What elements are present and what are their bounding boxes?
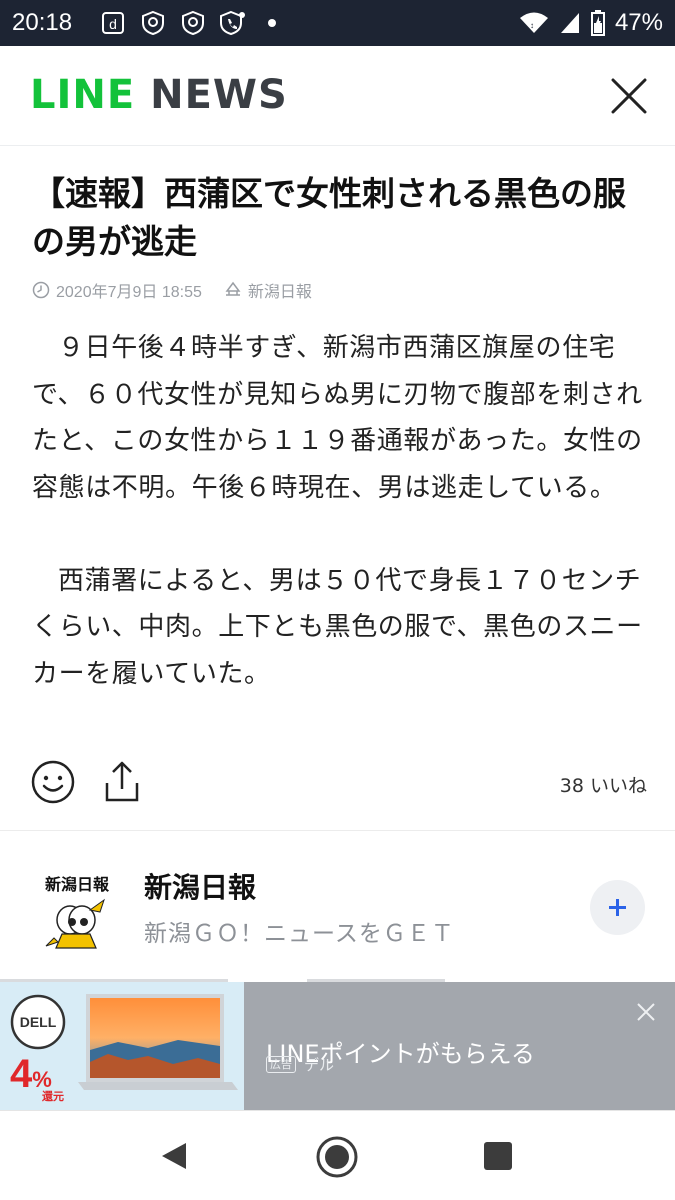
system-icons: ↕ 47% <box>519 8 663 38</box>
home-icon[interactable] <box>315 1135 359 1179</box>
clock-icon <box>32 281 50 299</box>
system-nav-bar <box>0 1110 675 1200</box>
ad-badge: 広告 <box>266 1056 296 1073</box>
shield-icon <box>182 10 204 36</box>
article-title: 【速報】西蒲区で女性刺される黒色の服の男が逃走 <box>32 174 626 261</box>
publisher-icon <box>225 281 241 296</box>
ad-advertiser: デル <box>304 1056 335 1074</box>
svg-text:d: d <box>109 16 117 32</box>
logo-news: NEWS <box>150 72 288 118</box>
status-time: 20:18 <box>12 9 73 36</box>
ad-image[interactable]: DELL 4% 還元 <box>0 982 244 1110</box>
dot-icon <box>268 19 276 27</box>
logo-line: LINE <box>30 72 136 118</box>
recent-apps-icon[interactable] <box>484 1142 512 1170</box>
shield-icon <box>142 10 164 36</box>
status-bar: 20:18 d ↕ 47% <box>0 0 675 46</box>
notification-icons: d <box>100 8 276 38</box>
laptop-image <box>78 994 238 1090</box>
section-divider <box>0 830 675 831</box>
publisher-logo[interactable]: 新潟日報 <box>34 872 120 952</box>
article-meta: 2020年7月9日 18:55 新潟日報 <box>32 278 312 302</box>
share-icon[interactable] <box>102 759 142 805</box>
dell-logo: DELL <box>10 994 66 1050</box>
battery-icon <box>590 10 605 36</box>
article-paragraph: ９日午後４時半すぎ、新潟市西蒲区旗屋の住宅で、６０代女性が見知らぬ男に刃物で腹部… <box>32 333 643 503</box>
like-count[interactable]: 38 いいね <box>560 771 647 798</box>
phone-shield-icon <box>220 10 245 36</box>
publisher-logo-text: 新潟日報 <box>45 875 110 894</box>
close-icon[interactable] <box>607 74 651 118</box>
dell-logo-text: DELL <box>20 1014 57 1030</box>
article-source[interactable]: 新潟日報 <box>248 278 312 302</box>
article-actions: 38 いいね <box>0 755 675 815</box>
ad-kangen: 還元 <box>42 1090 64 1103</box>
publisher-description: 新潟ＧＯ！ニュースをＧＥＴ <box>144 921 455 947</box>
back-icon[interactable] <box>160 1141 188 1171</box>
svg-text:↕: ↕ <box>530 21 534 30</box>
d-app-icon: d <box>102 12 124 34</box>
article-paragraph: 西蒲署によると、男は５０代で身長１７０センチくらい、中肉。上下とも黒色の服で、黒… <box>32 565 643 689</box>
wifi-icon: ↕ <box>519 12 548 33</box>
smile-icon[interactable] <box>30 759 76 805</box>
signal-icon <box>560 13 579 33</box>
line-news-logo: LINE NEWS <box>30 72 288 118</box>
article-date: 2020年7月9日 18:55 <box>56 284 202 301</box>
article-body: ９日午後４時半すぎ、新潟市西蒲区旗屋の住宅で、６０代女性が見知らぬ男に刃物で腹部… <box>32 325 647 697</box>
ad-meta: 広告 デル <box>266 1054 334 1075</box>
publisher-name[interactable]: 新潟日報 <box>144 866 256 906</box>
follow-button[interactable] <box>590 880 645 935</box>
ad-close-icon[interactable] <box>636 1002 656 1022</box>
battery-percent: 47% <box>614 9 663 36</box>
app-header: LINE NEWS <box>0 46 675 146</box>
